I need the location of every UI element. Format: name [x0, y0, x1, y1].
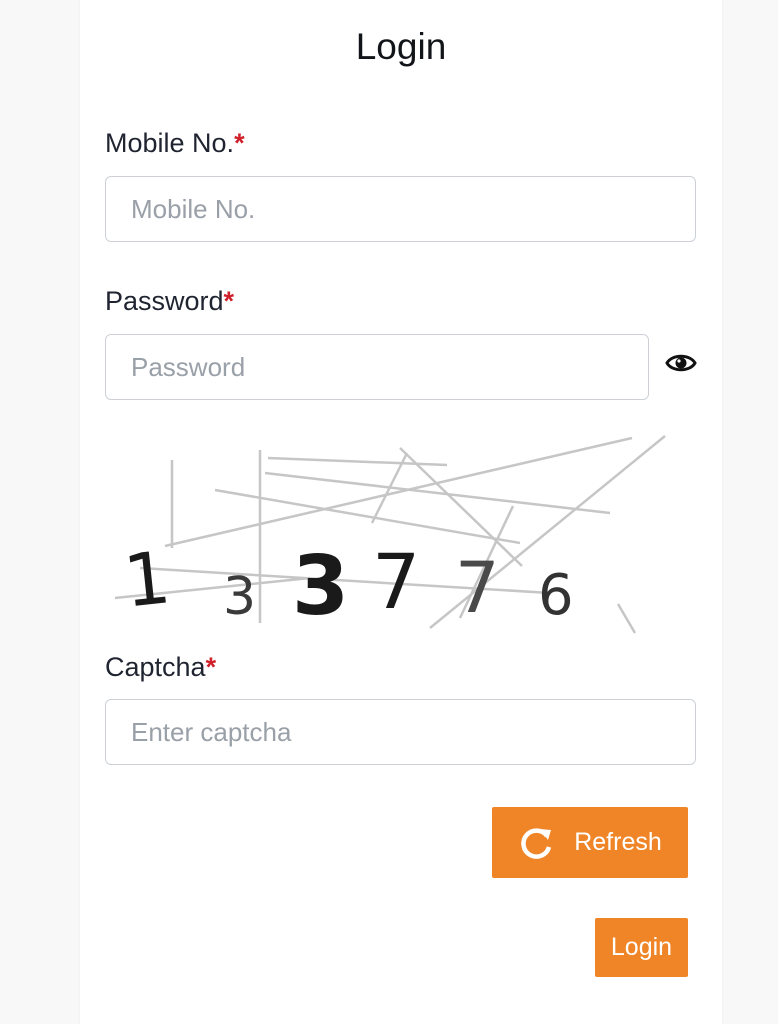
page-title: Login: [355, 26, 447, 67]
mobile-input[interactable]: [105, 176, 696, 242]
captcha-digit: 3: [292, 539, 349, 634]
eye-icon[interactable]: [665, 350, 697, 376]
mobile-label: Mobile No.*: [105, 128, 245, 159]
login-card: Login Mobile No.* Password*: [80, 0, 722, 1024]
captcha-digit: 6: [538, 563, 574, 628]
mobile-label-text: Mobile No.: [105, 128, 235, 158]
password-label: Password*: [105, 286, 234, 317]
password-input[interactable]: [105, 334, 649, 400]
password-label-text: Password: [105, 286, 224, 316]
captcha-label-text: Captcha: [105, 652, 206, 682]
required-asterisk: *: [234, 128, 245, 158]
captcha-input[interactable]: [105, 699, 696, 765]
captcha-digit: 7: [372, 537, 420, 626]
refresh-button-label: Refresh: [574, 828, 662, 856]
login-button[interactable]: Login: [595, 918, 688, 977]
required-asterisk: *: [223, 286, 235, 316]
login-button-label: Login: [610, 933, 673, 961]
captcha-digit: 7: [455, 547, 500, 629]
refresh-icon: [521, 827, 552, 859]
required-asterisk: *: [205, 652, 217, 682]
captcha-digit: 1: [120, 535, 174, 623]
refresh-button[interactable]: Refresh: [492, 807, 688, 878]
captcha-digit: 3: [223, 567, 256, 627]
captcha-image: 1 3 3 7 7 6: [114, 435, 666, 634]
captcha-label: Captcha*: [105, 652, 216, 683]
